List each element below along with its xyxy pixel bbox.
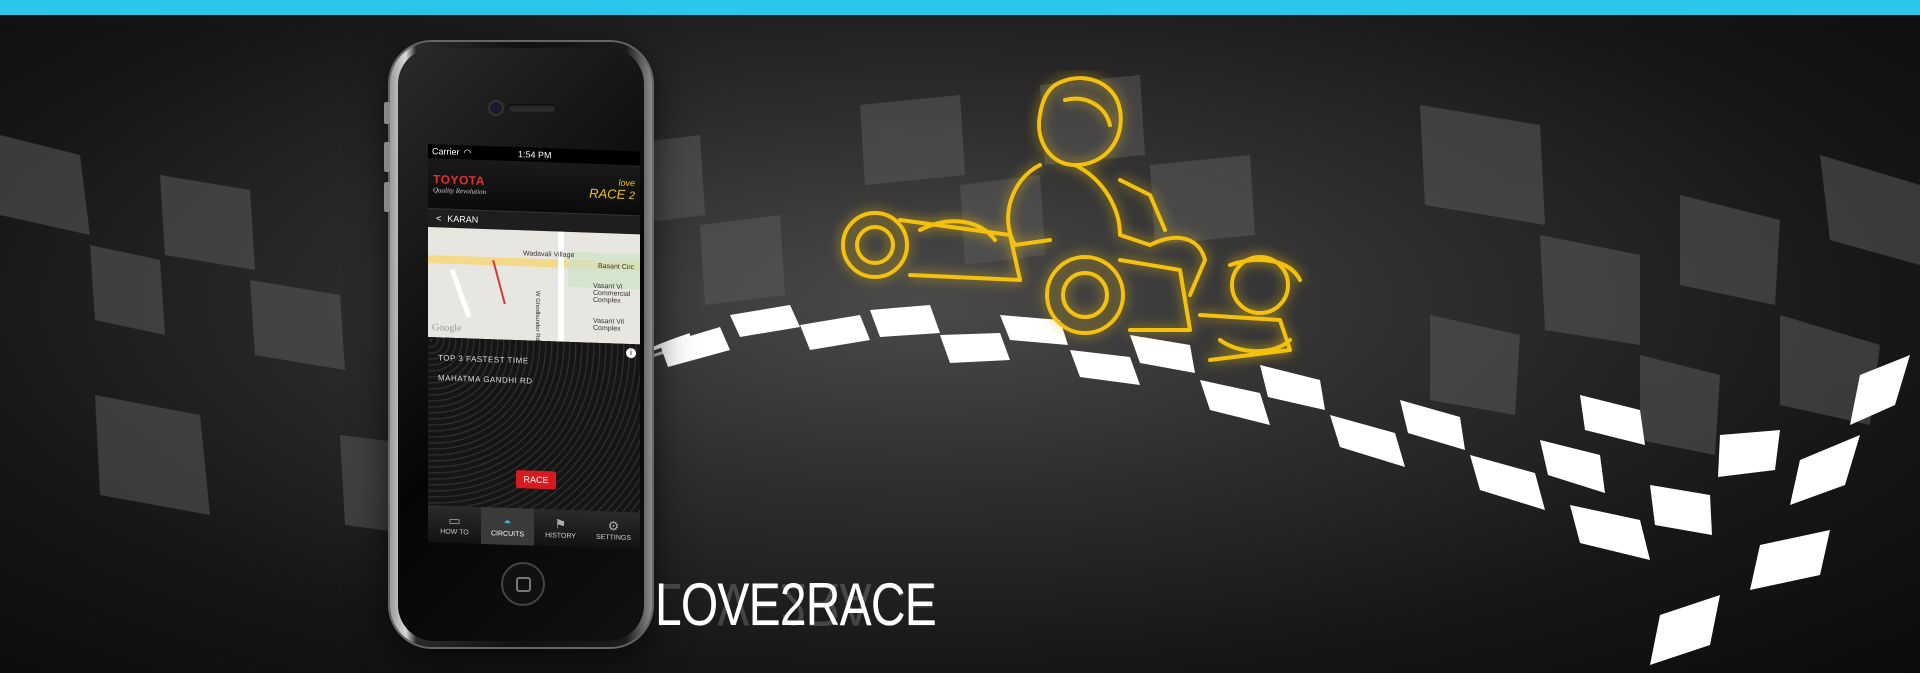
map-route-path (492, 259, 506, 305)
tab-history[interactable]: ⚑ HISTORY (534, 509, 587, 549)
volume-up-button (384, 142, 390, 172)
front-camera-icon (488, 100, 504, 116)
info-icon[interactable]: i (626, 347, 636, 359)
tab-circuits[interactable]: ◓ CIRCUITS (481, 506, 534, 547)
map-road (558, 231, 564, 342)
tab-label: HISTORY (545, 532, 576, 541)
carrier-label: Carrier (432, 146, 460, 158)
top-accent-bar (0, 0, 1920, 15)
brand-tagline: Quality Revolution (433, 186, 487, 197)
helmet-icon: ◓ (503, 514, 512, 530)
fastest-time-entry[interactable]: MAHATMA GANDHI RD (438, 373, 533, 385)
earpiece-speaker (508, 104, 556, 112)
google-attribution: Google (432, 322, 462, 335)
fastest-times-panel: TOP 3 FASTEST TIME MAHATMA GANDHI RD i R… (428, 337, 640, 513)
home-button[interactable] (501, 562, 545, 606)
map-label: Vasant Vil Complex (593, 317, 624, 333)
tab-bar: ▭ HOW TO ◓ CIRCUITS ⚑ HISTORY ⚙ SETTINGS (428, 505, 640, 550)
tab-settings[interactable]: ⚙ SETTINGS (587, 511, 640, 550)
toyota-logo: TOYOTA Quality Revolution (433, 172, 486, 196)
wifi-icon: ◠ (463, 146, 472, 158)
mute-switch (384, 102, 390, 124)
logo-race: RACE (589, 185, 626, 202)
speech-bubble-icon: ▭ (448, 512, 461, 529)
logo-two: 2 (628, 189, 635, 202)
map-label: Vasant Vi Commercial Complex (593, 282, 631, 305)
app-header: TOYOTA Quality Revolution love RACE 2 (428, 158, 640, 216)
nav-title: KARAN (447, 213, 479, 225)
chevron-left-icon[interactable]: < (436, 213, 441, 223)
tab-label: CIRCUITS (490, 530, 525, 539)
route-map[interactable]: Wadavali Village Basant Circ W Ghodbunde… (428, 227, 640, 345)
love2race-logo: love RACE 2 (589, 177, 635, 202)
tab-how-to[interactable]: ▭ HOW TO (428, 505, 481, 545)
neon-go-kart-driver-icon (841, 76, 1302, 362)
flag-history-icon: ⚑ (554, 516, 567, 532)
volume-down-button (384, 182, 390, 212)
tab-label: HOW TO (440, 528, 469, 537)
map-label: Basant Circ (598, 262, 635, 272)
hero-title-reflection: LOVE2RACE (655, 571, 936, 638)
app-screen: Carrier ◠ 1:54 PM TOYOTA Quality Revolut… (428, 144, 640, 550)
tab-label: SETTINGS (595, 533, 631, 543)
gear-icon: ⚙ (607, 518, 620, 534)
map-label: W Ghodbunder Rd (534, 290, 540, 341)
map-road (449, 268, 472, 318)
status-time: 1:54 PM (518, 149, 552, 161)
section-title: TOP 3 FASTEST TIME (438, 353, 529, 366)
race-button[interactable]: RACE (516, 470, 556, 490)
